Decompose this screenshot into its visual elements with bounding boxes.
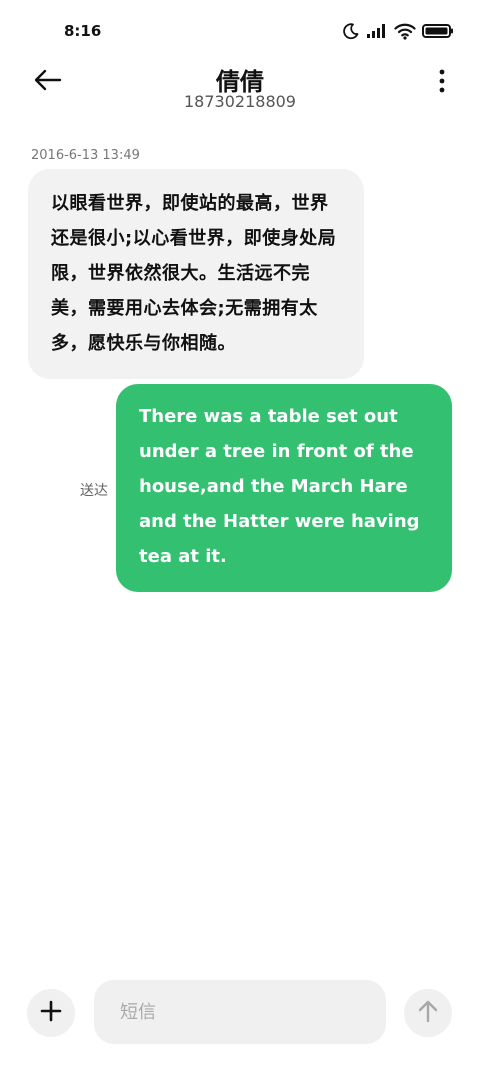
- signal-icon: [366, 23, 388, 39]
- more-options-button[interactable]: [432, 66, 452, 100]
- message-timestamp: 2016-6-13 13:49: [31, 148, 140, 163]
- add-attachment-button[interactable]: [27, 989, 75, 1037]
- message-input[interactable]: [94, 980, 386, 1044]
- battery-icon: [422, 23, 454, 39]
- wifi-icon: [394, 22, 416, 40]
- arrow-up-icon: [417, 999, 439, 1027]
- status-bar: 8:16: [0, 0, 480, 62]
- contact-number: 18730218809: [184, 92, 296, 111]
- delivery-status: 送达: [80, 483, 108, 499]
- status-time: 8:16: [64, 22, 102, 40]
- more-vertical-icon: [439, 69, 445, 97]
- plus-icon: [40, 1000, 62, 1026]
- send-button[interactable]: [404, 989, 452, 1037]
- incoming-message-text: 以眼看世界，即使站的最高，世界还是很小;以心看世界，即使身处局限，世界依然很大。…: [51, 193, 337, 354]
- outgoing-message-text: There was a table set out under a tree i…: [139, 406, 420, 567]
- messaging-screen: 8:16 倩倩 18730218809 2016-6-13 13:49 以眼看世…: [0, 0, 480, 1066]
- status-icons: [342, 20, 454, 42]
- moon-icon: [342, 22, 360, 40]
- incoming-message-bubble[interactable]: 以眼看世界，即使站的最高，世界还是很小;以心看世界，即使身处局限，世界依然很大。…: [28, 169, 364, 379]
- conversation-header: 倩倩 18730218809: [0, 62, 480, 118]
- outgoing-message-bubble[interactable]: There was a table set out under a tree i…: [116, 384, 452, 592]
